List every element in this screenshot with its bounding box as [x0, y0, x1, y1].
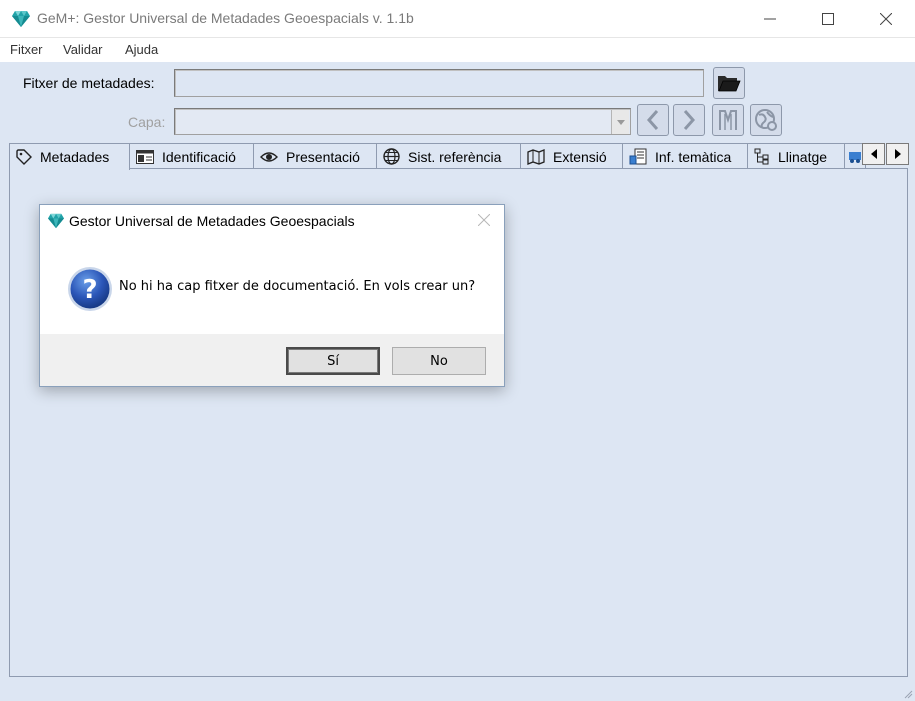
minimize-icon — [764, 18, 776, 20]
chevron-down-icon[interactable] — [611, 110, 629, 134]
yes-button[interactable]: Sí — [286, 347, 380, 375]
dialog-message: No hi ha cap fitxer de documentació. En … — [119, 279, 476, 294]
tab-scroll-arrows — [862, 143, 915, 165]
no-button[interactable]: No — [392, 347, 486, 375]
previous-layer-button[interactable] — [637, 104, 669, 136]
minimize-button[interactable] — [747, 0, 793, 38]
globe-link-icon — [755, 109, 777, 131]
tab-llinatge[interactable]: Llinatge — [747, 143, 845, 169]
title-bar: GeM+: Gestor Universal de Metadades Geoe… — [0, 0, 915, 38]
tab-inf-tematica[interactable]: Inf. temàtica — [622, 143, 748, 169]
file-input[interactable] — [174, 69, 704, 97]
tab-scroll-right-button[interactable] — [886, 143, 909, 165]
svg-text:?: ? — [82, 275, 97, 305]
triangle-right-icon — [894, 149, 901, 159]
dialog-title: Gestor Universal de Metadades Geoespacia… — [69, 213, 355, 229]
next-layer-button[interactable] — [673, 104, 705, 136]
confirm-dialog: Gestor Universal de Metadades Geoespacia… — [39, 204, 505, 387]
id-card-icon — [136, 149, 154, 164]
map-icon — [527, 148, 545, 165]
menu-validar[interactable]: Validar — [63, 42, 103, 57]
menu-fitxer[interactable]: Fitxer — [10, 42, 43, 57]
eye-icon — [260, 151, 278, 162]
open-file-button[interactable] — [713, 67, 745, 99]
folder-open-icon — [718, 76, 741, 92]
file-label: Fitxer de metadades: — [23, 75, 155, 91]
tab-strip: Metadades Identificació Presentació Sist… — [9, 143, 909, 170]
chevron-left-icon — [646, 110, 659, 130]
tab-metadades[interactable]: Metadades — [9, 143, 130, 170]
menu-bar: Fitxer Validar Ajuda — [0, 38, 915, 62]
question-icon: ? — [66, 265, 114, 317]
tag-icon — [16, 149, 32, 165]
maximize-button[interactable] — [805, 0, 851, 38]
menu-ajuda[interactable]: Ajuda — [125, 42, 158, 57]
diamond-icon — [11, 10, 31, 28]
close-button[interactable] — [863, 0, 909, 38]
window-title: GeM+: Gestor Universal de Metadades Geoe… — [37, 10, 414, 26]
triangle-left-icon — [870, 149, 877, 159]
vehicle-icon — [849, 151, 861, 163]
metadata-editor-button[interactable] — [712, 104, 744, 136]
tab-identificacio[interactable]: Identificació — [129, 143, 254, 169]
status-bar — [0, 681, 915, 701]
globe-grid-icon — [383, 148, 400, 165]
close-icon — [880, 13, 892, 25]
thematic-icon — [629, 148, 647, 165]
tree-icon — [754, 148, 769, 165]
tab-extensio[interactable]: Extensió — [520, 143, 623, 169]
close-icon — [477, 213, 491, 227]
tab-scroll-left-button[interactable] — [862, 143, 885, 165]
dialog-close-button[interactable] — [477, 211, 491, 230]
m-letter-icon — [719, 110, 737, 130]
resize-grip-icon — [904, 690, 913, 699]
tab-presentacio[interactable]: Presentació — [253, 143, 378, 169]
diamond-icon — [47, 213, 65, 233]
maximize-icon — [822, 13, 834, 25]
layer-select[interactable] — [174, 108, 631, 135]
layer-label: Capa: — [128, 114, 166, 130]
globe-button[interactable] — [750, 104, 782, 136]
dialog-footer: Sí No — [40, 334, 504, 386]
chevron-right-icon — [683, 110, 696, 130]
tab-sist-referencia[interactable]: Sist. referència — [376, 143, 521, 169]
